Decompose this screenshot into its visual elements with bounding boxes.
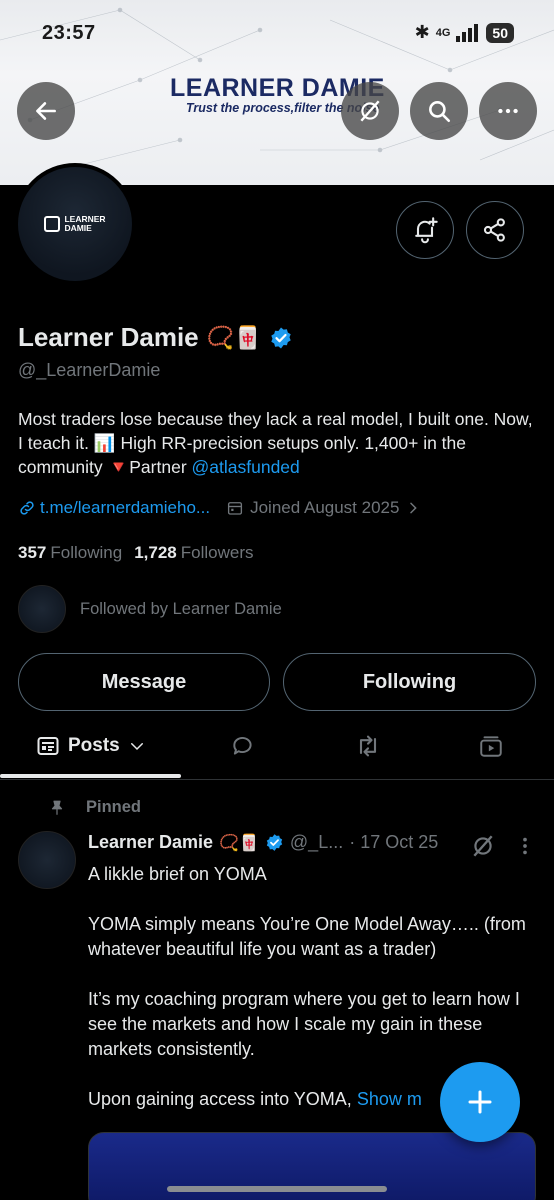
pin-icon <box>51 800 63 815</box>
pinned-label: Pinned <box>86 798 142 816</box>
post-para2: It’s my coaching program where you get t… <box>88 989 520 1059</box>
network-type: 4G <box>435 26 451 39</box>
back-arrow-icon <box>36 102 56 120</box>
message-button[interactable]: Message <box>18 653 270 711</box>
name-emojis: 📿🀄 <box>206 324 262 350</box>
compose-button[interactable] <box>440 1062 520 1142</box>
replies-icon <box>233 737 252 755</box>
reposts-icon <box>359 735 377 757</box>
avatar-logo-line2: DAMIE <box>64 223 92 233</box>
verified-icon <box>266 834 283 851</box>
logo-icon <box>44 216 61 232</box>
profile-tabs: Posts <box>0 716 554 780</box>
tab-media[interactable] <box>478 716 504 776</box>
notifications-button[interactable] <box>396 201 454 259</box>
followers-label: Followers <box>180 543 254 562</box>
following-button[interactable]: Following <box>283 653 536 711</box>
bluetooth-icon: ✱ <box>414 22 430 42</box>
profile-banner: 23:57 ✱ 4G 50 LEARNER DAMIE Trust the pr… <box>0 0 554 185</box>
bell-plus-icon <box>415 217 438 244</box>
show-more-link[interactable]: Show m <box>357 1089 422 1109</box>
post-date: · 17 Oct 25 <box>349 832 439 852</box>
avatar-logo-text: LEARNER DAMIE <box>64 214 105 234</box>
link-icon <box>20 501 34 515</box>
more-icon <box>498 108 518 114</box>
more-button[interactable] <box>479 82 537 140</box>
followers-count: 1,728 <box>134 543 177 562</box>
media-icon <box>480 736 502 757</box>
verified-icon[interactable] <box>269 326 293 350</box>
profile-handle: @_LearnerDamie <box>18 360 161 380</box>
profile-joined[interactable]: Joined August 2025 <box>226 498 421 518</box>
tab-reposts[interactable] <box>354 716 382 776</box>
profile-url-link[interactable]: t.me/learnerdamieho... <box>18 498 210 518</box>
pinned-label-row: Pinned <box>48 798 141 817</box>
joined-date: Joined August 2025 <box>250 498 400 517</box>
post-author-handle: @_L... <box>289 832 344 852</box>
post-author-emojis: 📿🀄 <box>219 834 259 852</box>
chevron-down-icon <box>130 743 143 751</box>
tab-posts[interactable]: Posts <box>36 716 146 776</box>
profile-name-row: Learner Damie 📿🀄 <box>18 322 293 353</box>
grok-button[interactable] <box>341 82 399 140</box>
post-header: Learner Damie 📿🀄 @_L... · 17 Oct 25 <box>88 832 438 853</box>
status-time: 23:57 <box>42 22 96 44</box>
post-para1: YOMA simply means You’re One Model Away…… <box>88 914 526 959</box>
signal-icon <box>456 23 479 42</box>
profile-avatar[interactable]: LEARNER DAMIE <box>14 163 136 285</box>
post-author-name[interactable]: Learner Damie <box>88 832 213 853</box>
share-icon <box>483 218 505 242</box>
followed-by-text: Followed by Learner Damie <box>80 599 282 618</box>
grok-icon[interactable] <box>470 833 496 859</box>
bio-mention-link[interactable]: @atlasfunded <box>192 457 300 477</box>
following-label: Following <box>50 543 123 562</box>
status-icons: ✱ 4G 50 <box>415 22 514 43</box>
plus-icon <box>468 1090 492 1114</box>
follower-avatar <box>18 585 66 633</box>
profile-meta: t.me/learnerdamieho... Joined August 202… <box>18 498 421 518</box>
chevron-right-icon <box>410 502 418 514</box>
following-count: 357 <box>18 543 47 562</box>
calendar-icon <box>228 502 243 515</box>
grok-icon <box>360 100 380 122</box>
search-icon <box>429 101 451 123</box>
posts-icon <box>37 737 59 755</box>
more-vertical-icon[interactable] <box>514 835 536 857</box>
profile-bio: Most traders lose because they lack a re… <box>18 407 538 479</box>
followed-by-row[interactable]: Followed by Learner Damie <box>18 585 282 633</box>
back-button[interactable] <box>17 82 75 140</box>
profile-stats: 357 Following 1,728 Followers <box>18 543 253 563</box>
battery-indicator: 50 <box>486 22 514 43</box>
post-line1: A likkle brief on YOMA <box>88 864 267 884</box>
followers-stat[interactable]: 1,728 Followers <box>134 543 253 563</box>
home-indicator[interactable] <box>167 1186 387 1192</box>
search-button[interactable] <box>410 82 468 140</box>
profile-url: t.me/learnerdamieho... <box>40 498 211 517</box>
tab-posts-label: Posts <box>68 735 120 756</box>
share-button[interactable] <box>466 201 524 259</box>
tab-replies[interactable] <box>230 716 256 776</box>
profile-name: Learner Damie <box>18 322 199 352</box>
active-tab-indicator <box>0 774 181 778</box>
following-stat[interactable]: 357 Following <box>18 543 122 563</box>
post-para3: Upon gaining access into YOMA, <box>88 1089 357 1109</box>
post-author-avatar[interactable] <box>18 831 76 889</box>
